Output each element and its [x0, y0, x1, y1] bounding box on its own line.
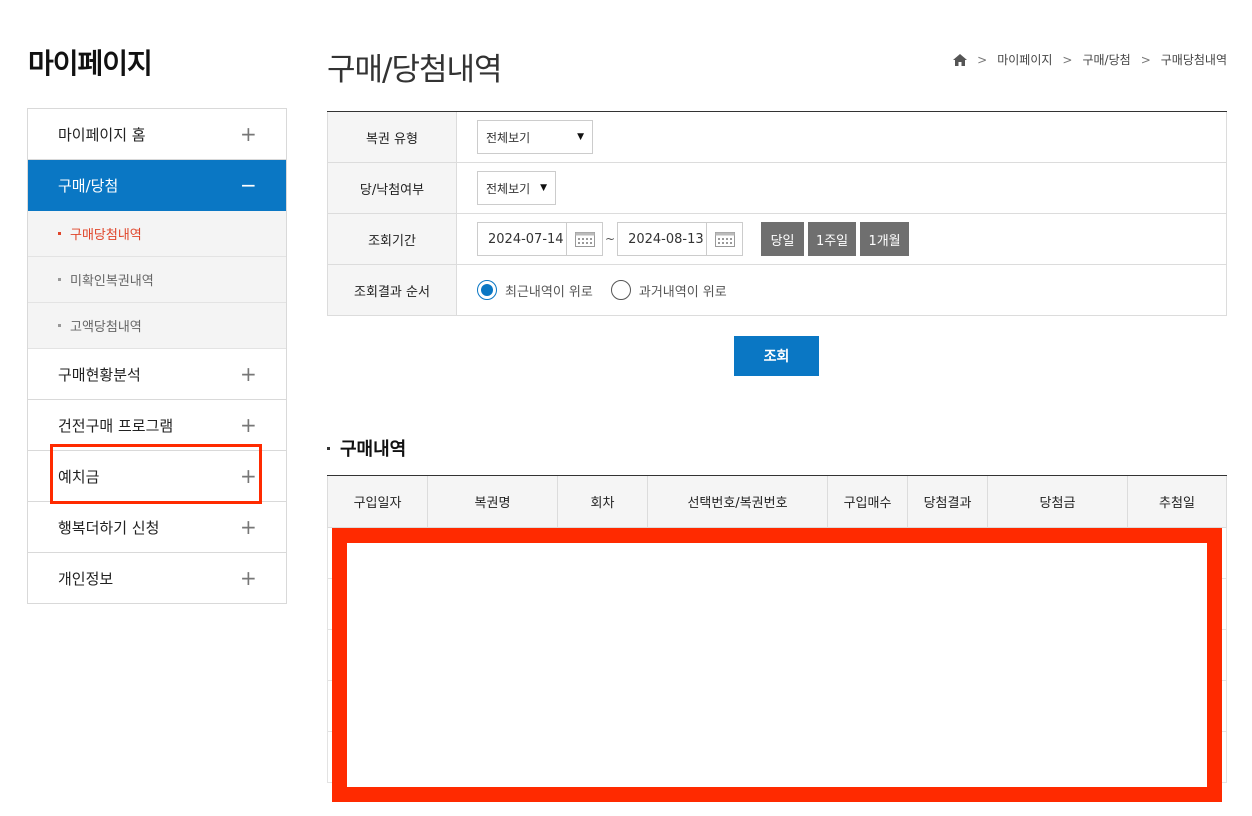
form-row-period: 조회기간 2024-07-14 ~ 2024-08-13 당일 1주일 1개월: [327, 214, 1227, 265]
home-icon[interactable]: [953, 53, 968, 66]
date-separator: ~: [605, 232, 616, 246]
calendar-icon[interactable]: [706, 223, 742, 255]
column-header: 당첨결과: [908, 476, 988, 527]
minus-icon: −: [240, 173, 257, 197]
win-status-select[interactable]: 전체보기 ▼: [477, 171, 556, 205]
sidebar-item-mypage-home[interactable]: 마이페이지 홈 +: [28, 109, 286, 160]
radio-label: 최근내역이 위로: [505, 284, 593, 300]
sidebar-subitem-purchase-win-history[interactable]: 구매당첨내역: [28, 211, 286, 257]
search-form: 복권 유형 전체보기 ▼ 당/낙첨여부 전체보기 ▼ 조회기간 2024-07-…: [327, 111, 1227, 316]
order-past-radio[interactable]: 과거내역이 위로: [610, 280, 727, 300]
sidebar-item-label: 구매현황분석: [58, 365, 141, 384]
bullet-icon: [58, 278, 61, 281]
form-label: 당/낙첨여부: [327, 163, 457, 213]
sidebar-subitem-unchecked-lottery[interactable]: 미확인복권내역: [28, 257, 286, 303]
column-header: 구입매수: [828, 476, 908, 527]
column-header: 당첨금: [988, 476, 1128, 527]
radio-checked-icon: [477, 280, 497, 300]
sidebar-item-deposit[interactable]: 예치금 +: [28, 451, 286, 502]
one-week-button[interactable]: 1주일: [808, 222, 857, 256]
select-value: 전체보기: [486, 181, 531, 196]
sidebar-subitem-high-prize[interactable]: 고액당첨내역: [28, 303, 286, 349]
plus-icon: +: [240, 413, 257, 437]
breadcrumb-item[interactable]: 마이페이지: [997, 51, 1052, 68]
plus-icon: +: [240, 464, 257, 488]
breadcrumb-item: 구매당첨내역: [1160, 53, 1227, 67]
sidebar-subitem-label: 고액당첨내역: [70, 320, 142, 335]
section-title: 구매내역: [327, 435, 406, 461]
chevron-right-icon: >: [1140, 52, 1151, 67]
breadcrumb: > 마이페이지 > 구매/당첨 > 구매당첨내역: [953, 51, 1227, 68]
one-month-button[interactable]: 1개월: [860, 222, 910, 256]
sidebar-item-label: 구매/당첨: [58, 176, 119, 195]
sidebar-item-label: 건전구매 프로그램: [58, 416, 174, 435]
plus-icon: +: [240, 515, 257, 539]
today-button[interactable]: 당일: [761, 222, 805, 256]
order-recent-radio[interactable]: 최근내역이 위로: [477, 280, 593, 300]
search-button[interactable]: 조회: [734, 336, 819, 376]
page-title: 구매/당첨내역: [327, 52, 503, 88]
date-value: 2024-08-13: [628, 231, 704, 247]
breadcrumb-item[interactable]: 구매/당첨: [1082, 51, 1130, 68]
column-header: 회차: [558, 476, 648, 527]
sidebar-item-label: 행복더하기 신청: [58, 518, 160, 537]
sidebar-menu: 마이페이지 홈 + 구매/당첨 − 구매당첨내역 미확인복권내역 고액당첨내역 …: [27, 108, 287, 604]
form-label: 조회결과 순서: [327, 265, 457, 315]
plus-icon: +: [240, 362, 257, 386]
form-row-win-status: 당/낙첨여부 전체보기 ▼: [327, 163, 1227, 214]
sidebar-subitem-label: 구매당첨내역: [70, 228, 142, 243]
sidebar-item-purchase-win[interactable]: 구매/당첨 −: [28, 160, 286, 211]
date-from-input[interactable]: 2024-07-14: [477, 222, 603, 256]
caret-down-icon: ▼: [577, 132, 584, 142]
sidebar-item-healthy-purchase[interactable]: 건전구매 프로그램 +: [28, 400, 286, 451]
sidebar-item-label: 예치금: [58, 467, 100, 486]
calendar-icon[interactable]: [566, 223, 602, 255]
column-header: 복권명: [428, 476, 558, 527]
form-label: 조회기간: [327, 214, 457, 264]
table-header: 구입일자 복권명 회차 선택번호/복권번호 구입매수 당첨결과 당첨금 추첨일: [327, 476, 1227, 528]
sidebar-item-purchase-analysis[interactable]: 구매현황분석 +: [28, 349, 286, 400]
plus-icon: +: [240, 122, 257, 146]
radio-label: 과거내역이 위로: [638, 284, 727, 300]
radio-unchecked-icon: [610, 280, 631, 300]
section-title-text: 구매내역: [340, 439, 407, 460]
caret-down-icon: ▼: [540, 183, 547, 193]
date-to-input[interactable]: 2024-08-13: [617, 222, 744, 256]
chevron-right-icon: >: [977, 52, 988, 67]
lottery-type-select[interactable]: 전체보기 ▼: [477, 120, 593, 154]
select-value: 전체보기: [486, 130, 531, 145]
column-header: 선택번호/복권번호: [648, 476, 828, 527]
chevron-right-icon: >: [1062, 52, 1073, 67]
redaction-box: [332, 528, 1222, 802]
sidebar-title: 마이페이지: [28, 47, 153, 80]
sidebar-subitem-label: 미확인복권내역: [70, 274, 154, 289]
date-value: 2024-07-14: [488, 231, 564, 247]
form-row-order: 조회결과 순서 최근내역이 위로 과거내역이 위로: [327, 265, 1227, 316]
bullet-icon: [58, 324, 61, 327]
form-label: 복권 유형: [327, 112, 457, 162]
sidebar-item-personal-info[interactable]: 개인정보 +: [28, 553, 286, 604]
bullet-icon: [58, 232, 61, 235]
bullet-icon: [327, 446, 330, 450]
column-header: 구입일자: [327, 476, 428, 527]
sidebar-item-happiness-apply[interactable]: 행복더하기 신청 +: [28, 502, 286, 553]
column-header: 추첨일: [1128, 476, 1227, 527]
form-row-lottery-type: 복권 유형 전체보기 ▼: [327, 112, 1227, 163]
plus-icon: +: [240, 566, 257, 590]
sidebar-item-label: 마이페이지 홈: [58, 125, 146, 144]
sidebar-item-label: 개인정보: [58, 569, 114, 588]
